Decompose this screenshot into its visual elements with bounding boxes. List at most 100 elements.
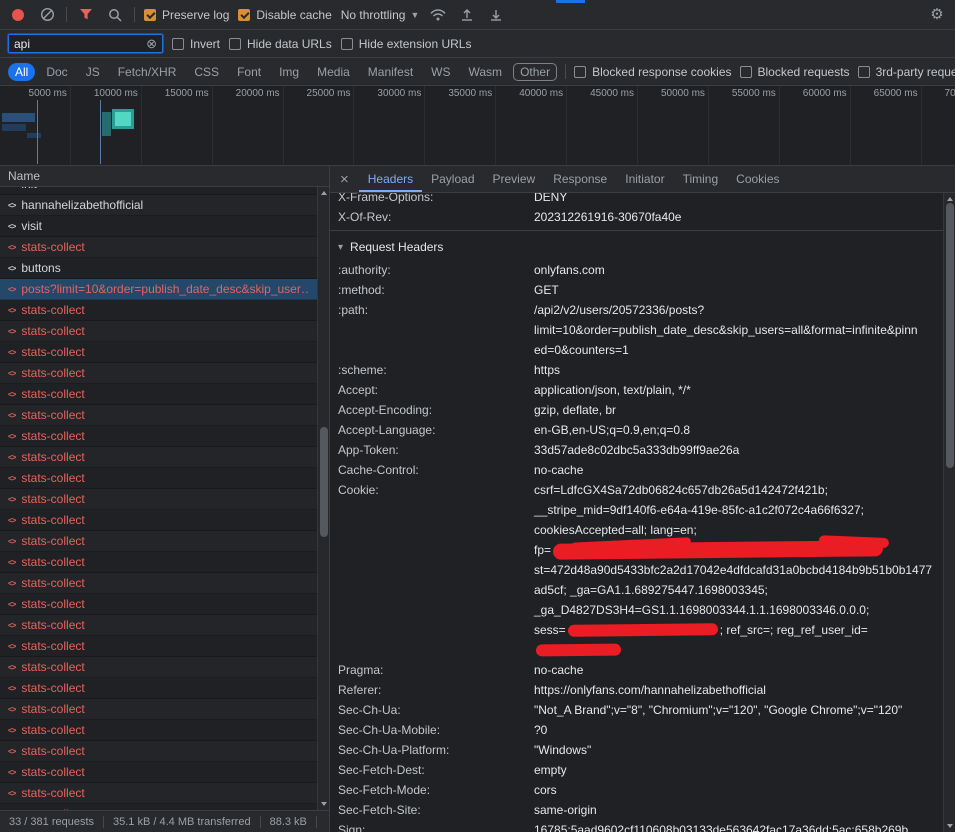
requests-count: 33 / 381 requests (0, 816, 104, 828)
request-row[interactable]: <>stats-collect (0, 300, 317, 321)
hide-extension-urls-checkbox[interactable]: Hide extension URLs (341, 37, 472, 51)
scrollbar-thumb[interactable] (320, 427, 328, 537)
request-row[interactable]: <>stats-collect (0, 573, 317, 594)
tab-response[interactable]: Response (544, 166, 616, 192)
invert-checkbox[interactable]: Invert (172, 37, 220, 51)
header-name: :method: (338, 280, 534, 300)
request-label: posts?limit=10&order=publish_date_desc&s… (21, 282, 309, 296)
request-row[interactable]: <>stats-collect (0, 762, 317, 783)
request-row[interactable]: <>buttons (0, 258, 317, 279)
request-row[interactable]: <>stats-collect (0, 342, 317, 363)
filter-chip-css[interactable]: CSS (187, 63, 226, 81)
error-doc-icon: <> (8, 642, 15, 651)
filter-chip-js[interactable]: JS (79, 63, 107, 81)
preserve-log-label: Preserve log (162, 8, 229, 22)
search-button[interactable] (105, 5, 125, 25)
clear-log-button[interactable] (37, 5, 57, 25)
header-name: X-Frame-Options: (338, 193, 534, 207)
request-row[interactable]: <>stats-collect (0, 489, 317, 510)
request-row[interactable]: <>stats-collect (0, 552, 317, 573)
filter-chip-fetchxhr[interactable]: Fetch/XHR (111, 63, 184, 81)
header-name: :path: (338, 300, 534, 360)
overview-activity-bar (2, 113, 35, 122)
request-list-scrollbar[interactable] (317, 187, 329, 810)
record-button[interactable] (8, 5, 28, 25)
request-row[interactable]: <>stats-collect (0, 321, 317, 342)
request-row[interactable]: <>stats-collect (0, 678, 317, 699)
scroll-up-icon[interactable] (321, 191, 327, 195)
filter-chip-all[interactable]: All (8, 63, 35, 81)
tab-preview[interactable]: Preview (484, 166, 545, 192)
filter-chip-manifest[interactable]: Manifest (361, 63, 420, 81)
request-row[interactable]: <>stats-collect (0, 531, 317, 552)
overview-timeline[interactable]: 5000 ms10000 ms15000 ms20000 ms25000 ms3… (0, 86, 955, 166)
request-row[interactable]: <>stats-collect (0, 783, 317, 804)
scrollbar-thumb[interactable] (946, 203, 954, 468)
header-value: "Windows" (534, 740, 936, 760)
third-party-requests-checkbox[interactable]: 3rd-party requests (858, 65, 955, 79)
overview-tick: 55000 ms (709, 86, 780, 165)
request-row[interactable]: <>hannahelizabethofficial (0, 195, 317, 216)
request-row[interactable]: <>stats-collect (0, 384, 317, 405)
request-row[interactable]: <>init (0, 187, 317, 195)
blocked-requests-checkbox[interactable]: Blocked requests (740, 65, 850, 79)
filter-chip-other[interactable]: Other (513, 63, 557, 81)
throttling-dropdown[interactable]: No throttling ▼ (341, 8, 420, 22)
scroll-down-icon[interactable] (321, 802, 327, 806)
request-label: stats-collect (21, 702, 84, 716)
details-scrollbar[interactable] (943, 193, 955, 832)
request-row[interactable]: <>stats-collect (0, 447, 317, 468)
request-row[interactable]: <>stats-collect (0, 657, 317, 678)
name-column-header[interactable]: Name (0, 166, 329, 187)
request-row[interactable]: <>visit (0, 216, 317, 237)
request-headers-section[interactable]: ▾Request Headers (330, 234, 943, 260)
clear-filter-icon[interactable]: ⊗ (146, 37, 157, 50)
export-har-button[interactable] (486, 5, 506, 25)
preserve-log-checkbox[interactable]: Preserve log (144, 8, 229, 22)
hide-data-urls-checkbox[interactable]: Hide data URLs (229, 37, 332, 51)
request-row[interactable]: <>posts?limit=10&order=publish_date_desc… (0, 279, 317, 300)
request-row[interactable]: <>stats-collect (0, 363, 317, 384)
filter-input[interactable]: api ⊗ (8, 34, 163, 53)
header-value: en-GB,en-US;q=0.9,en;q=0.8 (534, 420, 936, 440)
filter-toggle-button[interactable] (76, 5, 96, 25)
filter-chip-doc[interactable]: Doc (39, 63, 74, 81)
header-value: "Not_A Brand";v="8", "Chromium";v="120",… (534, 700, 936, 720)
header-row: Accept-Encoding:gzip, deflate, br (330, 400, 943, 420)
settings-button[interactable]: ⚙ (927, 5, 947, 25)
filter-chip-img[interactable]: Img (272, 63, 306, 81)
blocked-response-cookies-checkbox[interactable]: Blocked response cookies (574, 65, 731, 79)
tab-cookies[interactable]: Cookies (727, 166, 788, 192)
request-row[interactable]: <>stats-collect (0, 636, 317, 657)
request-row[interactable]: <>stats-collect (0, 468, 317, 489)
request-row[interactable]: <>stats-collect (0, 510, 317, 531)
filter-chip-ws[interactable]: WS (424, 63, 457, 81)
toolbar-divider (565, 64, 566, 79)
request-row[interactable]: <>stats-collect (0, 720, 317, 741)
request-row[interactable]: <>stats-collect (0, 699, 317, 720)
request-table-panel: Name <>init<>hannahelizabethofficial<>vi… (0, 166, 330, 832)
filter-chip-media[interactable]: Media (310, 63, 357, 81)
tab-payload[interactable]: Payload (422, 166, 483, 192)
scroll-up-icon[interactable] (947, 197, 953, 201)
tab-initiator[interactable]: Initiator (616, 166, 673, 192)
tab-timing[interactable]: Timing (674, 166, 728, 192)
close-details-button[interactable]: × (330, 166, 359, 192)
filter-chip-wasm[interactable]: Wasm (462, 63, 510, 81)
scroll-down-icon[interactable] (947, 824, 953, 828)
request-list: <>init<>hannahelizabethofficial<>visit<>… (0, 187, 317, 810)
request-row[interactable]: <>stats-collect (0, 237, 317, 258)
tab-headers[interactable]: Headers (359, 166, 422, 192)
filter-chip-font[interactable]: Font (230, 63, 268, 81)
request-row[interactable]: <>stats-collect (0, 741, 317, 762)
header-row: Sec-Ch-Ua-Platform:"Windows" (330, 740, 943, 760)
request-row[interactable]: <>stats-collect (0, 426, 317, 447)
network-conditions-button[interactable] (428, 5, 448, 25)
import-har-button[interactable] (457, 5, 477, 25)
request-row[interactable]: <>stats-collect (0, 594, 317, 615)
header-value: no-cache (534, 460, 936, 480)
disable-cache-checkbox[interactable]: Disable cache (238, 8, 331, 22)
request-row[interactable]: <>stats-collect (0, 615, 317, 636)
request-row[interactable]: <>stats-collect (0, 405, 317, 426)
overview-tick-label: 40000 ms (519, 86, 566, 165)
